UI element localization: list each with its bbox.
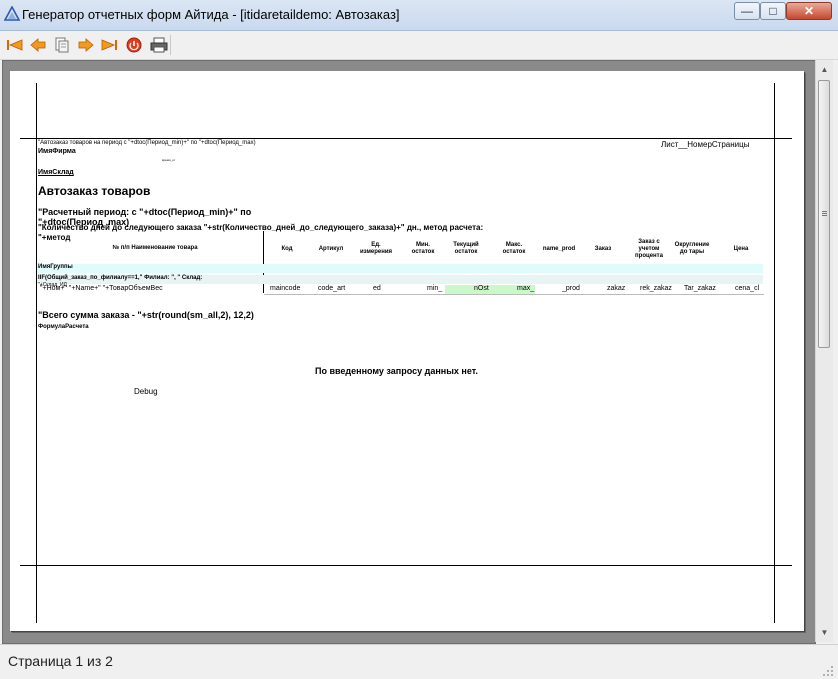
sheet-number: Лист__НомерСтраницы bbox=[661, 140, 750, 149]
report-preview-area[interactable]: "Автозаказ товаров на период с "+dtoc(Пе… bbox=[2, 60, 816, 644]
debug-label: Debug bbox=[134, 387, 158, 396]
row-price: cena_cl bbox=[735, 285, 760, 292]
row-code: maincode bbox=[270, 285, 301, 292]
grip-line bbox=[822, 213, 827, 214]
print-icon[interactable] bbox=[149, 36, 169, 54]
grip-line bbox=[822, 215, 827, 216]
status-bar: Страница 1 из 2 bbox=[0, 644, 838, 679]
row-unit: ed bbox=[373, 285, 381, 292]
minimize-button[interactable]: — bbox=[734, 2, 760, 20]
window-title: Генератор отчетных форм Айтида - [itidar… bbox=[22, 7, 400, 22]
formula-label: ФормулаРасчета bbox=[38, 324, 89, 330]
col-name-prod: name_prod bbox=[542, 246, 576, 252]
margin-line-top bbox=[20, 138, 792, 139]
col-order-pct: Заказ с учетом процента bbox=[635, 239, 663, 259]
vertical-scrollbar[interactable]: ▲ ▼ bbox=[815, 60, 833, 642]
firm-name: ИмяФирма bbox=[38, 148, 76, 155]
report-title: Автозаказ товаров bbox=[38, 184, 151, 198]
row-max: max_ bbox=[517, 285, 535, 292]
header-period: "Автозаказ товаров на период с "+dtoc(Пе… bbox=[38, 140, 256, 146]
row-order: zakaz bbox=[607, 285, 626, 292]
col-max: Макс. остаток bbox=[502, 242, 526, 255]
page-fit-icon[interactable] bbox=[52, 36, 72, 54]
first-page-icon[interactable] bbox=[5, 36, 25, 54]
row-separator bbox=[264, 294, 764, 295]
margin-line-bottom bbox=[20, 565, 792, 566]
no-data-message: По введенному запросу данных нет. bbox=[315, 366, 478, 376]
row-round: Tar_zakaz bbox=[684, 285, 716, 292]
row-name: "+Ном+" "+Name+" "+ТоварОбъемВес bbox=[40, 285, 163, 292]
report-page: "Автозаказ товаров на период с "+dtoc(Пе… bbox=[10, 71, 804, 631]
period-line-1: "Расчетный период: с "+dtoc(Период_min)+… bbox=[38, 207, 252, 217]
grip-line bbox=[822, 211, 827, 212]
col-article: Артикул bbox=[318, 246, 344, 252]
stop-icon[interactable] bbox=[124, 36, 144, 54]
tiny-mark: время_от bbox=[162, 158, 176, 162]
resize-grip-icon[interactable] bbox=[822, 665, 834, 677]
page-indicator: Страница 1 из 2 bbox=[8, 653, 113, 669]
margin-line-left bbox=[36, 83, 37, 623]
last-page-icon[interactable] bbox=[99, 36, 119, 54]
group-name: ИмяГруппы bbox=[38, 264, 73, 270]
scrollbar-thumb[interactable] bbox=[818, 80, 830, 348]
margin-line-right bbox=[774, 83, 775, 623]
days-line: "Количество дней до следующего заказа "+… bbox=[38, 223, 484, 232]
total-line: "Всего сумма заказа - "+str(round(sm_all… bbox=[38, 310, 254, 320]
scroll-up-icon[interactable]: ▲ bbox=[816, 61, 833, 78]
row-order-pct: rek_zakaz bbox=[640, 285, 672, 292]
scroll-down-icon[interactable]: ▼ bbox=[816, 624, 833, 641]
warehouse-name: ИмяСклад bbox=[38, 169, 74, 176]
previous-page-icon[interactable] bbox=[28, 36, 48, 54]
col-unit: Ед. измерения bbox=[359, 242, 393, 255]
method-line: "+метод bbox=[38, 233, 71, 242]
col-current: Текущий остаток bbox=[453, 242, 479, 255]
app-logo-icon bbox=[4, 6, 20, 21]
row-min: min_ bbox=[427, 285, 443, 292]
group-band bbox=[37, 264, 763, 273]
toolbar-separator bbox=[170, 35, 171, 55]
row-article: code_art bbox=[318, 285, 346, 292]
col-round: Округление до тары bbox=[674, 242, 710, 255]
title-bar: Генератор отчетных форм Айтида - [itidar… bbox=[0, 0, 838, 31]
col-num-name: № п/п Наименование товара bbox=[112, 245, 198, 251]
col-price: Цена bbox=[733, 246, 749, 252]
toolbar bbox=[0, 31, 838, 60]
iif-line: IIF(Общий_заказ_по_филиалу==1," Филиал: … bbox=[38, 275, 203, 281]
close-button[interactable]: ✕ bbox=[786, 2, 832, 20]
row-current: nOst bbox=[474, 285, 489, 292]
col-min: Мин. остаток bbox=[411, 242, 435, 255]
col-code: Код bbox=[281, 246, 293, 252]
next-page-icon[interactable] bbox=[76, 36, 96, 54]
col-order: Заказ bbox=[594, 246, 612, 252]
maximize-button[interactable]: □ bbox=[760, 2, 786, 20]
row-name-prod: _prod bbox=[562, 285, 580, 292]
